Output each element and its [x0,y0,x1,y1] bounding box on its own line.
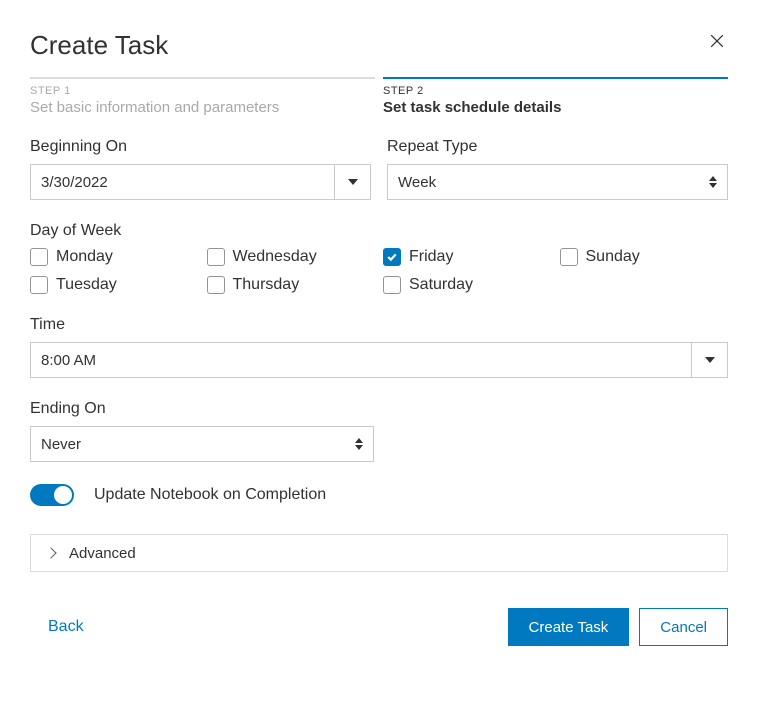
checkbox-label: Monday [56,248,113,266]
checkbox-box [383,248,401,266]
dialog-title: Create Task [30,30,168,61]
checkbox-box [30,248,48,266]
step-2[interactable]: STEP 2 Set task schedule details [383,77,728,116]
cancel-button[interactable]: Cancel [639,608,728,646]
beginning-on-dropdown-icon[interactable] [334,165,370,199]
advanced-label: Advanced [69,545,136,562]
checkbox-monday[interactable]: Monday [30,248,199,266]
toggle-knob [54,486,72,504]
checkbox-label: Thursday [233,276,300,294]
day-of-week-label: Day of Week [30,222,728,240]
beginning-on-field[interactable] [30,164,371,200]
step-2-label: STEP 2 [383,85,728,97]
chevron-right-icon [47,549,55,557]
repeat-type-value: Week [398,174,436,191]
back-button[interactable]: Back [30,618,84,636]
beginning-on-label: Beginning On [30,138,371,156]
advanced-section[interactable]: Advanced [30,534,728,572]
repeat-type-select[interactable]: Week [387,164,728,200]
close-icon [707,31,727,51]
checkbox-box [383,276,401,294]
time-label: Time [30,316,728,334]
step-1-label: STEP 1 [30,85,375,97]
checkbox-label: Friday [409,248,453,266]
checkbox-label: Tuesday [56,276,117,294]
checkbox-label: Saturday [409,276,473,294]
step-1-desc: Set basic information and parameters [30,99,375,116]
checkbox-thursday[interactable]: Thursday [207,276,376,294]
checkbox-wednesday[interactable]: Wednesday [207,248,376,266]
step-1[interactable]: STEP 1 Set basic information and paramet… [30,77,375,116]
update-notebook-label: Update Notebook on Completion [94,486,326,504]
checkbox-box [560,248,578,266]
step-2-desc: Set task schedule details [383,99,728,116]
close-button[interactable] [706,30,728,52]
check-icon [386,251,398,263]
time-input[interactable] [31,343,691,377]
checkbox-label: Sunday [586,248,640,266]
create-task-button[interactable]: Create Task [508,608,630,646]
checkbox-friday[interactable]: Friday [383,248,552,266]
ending-on-value: Never [41,436,81,453]
time-field[interactable] [30,342,728,378]
beginning-on-input[interactable] [31,165,334,199]
ending-on-select[interactable]: Never [30,426,374,462]
checkbox-box [207,276,225,294]
repeat-type-label: Repeat Type [387,138,728,156]
checkbox-tuesday[interactable]: Tuesday [30,276,199,294]
stepper: STEP 1 Set basic information and paramet… [30,77,728,116]
checkbox-label: Wednesday [233,248,317,266]
checkbox-box [207,248,225,266]
checkbox-sunday[interactable]: Sunday [560,248,729,266]
checkbox-saturday[interactable]: Saturday [383,276,552,294]
stepper-icon [709,176,717,188]
update-notebook-toggle[interactable] [30,484,74,506]
time-dropdown-icon[interactable] [691,343,727,377]
ending-on-label: Ending On [30,400,728,418]
stepper-icon [355,438,363,450]
checkbox-box [30,276,48,294]
